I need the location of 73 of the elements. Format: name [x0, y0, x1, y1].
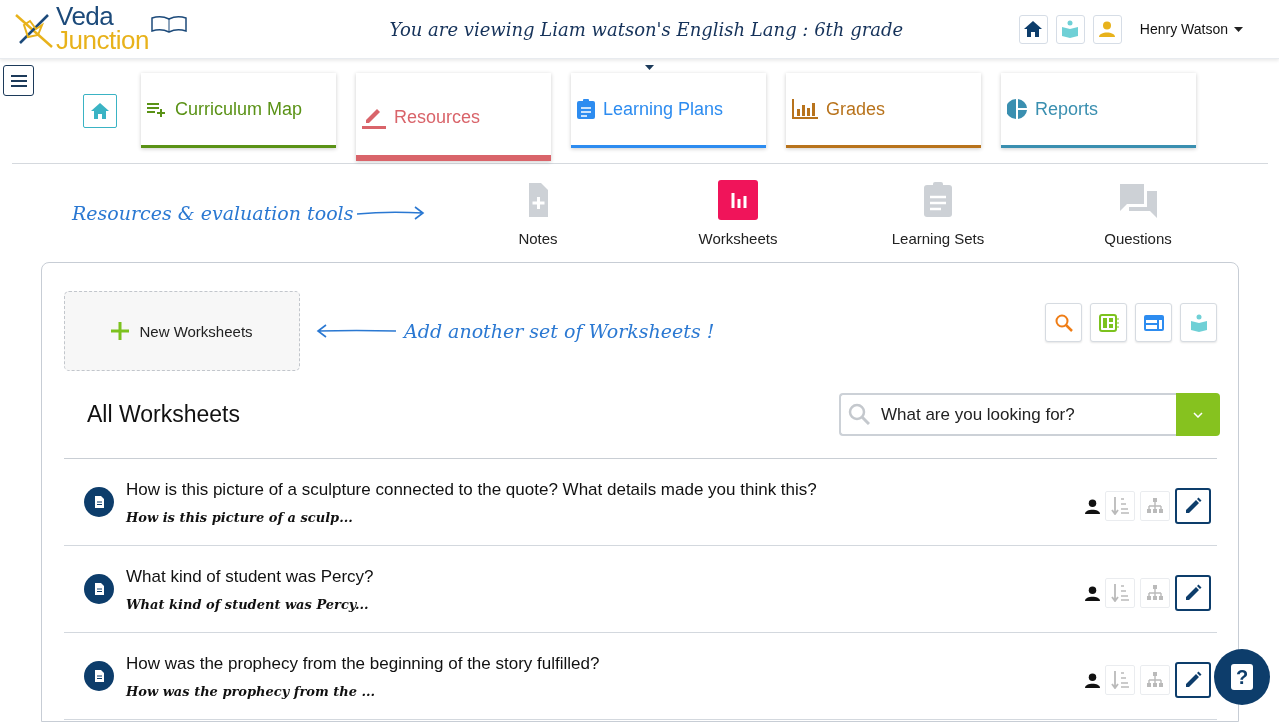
logo-text: Veda	[56, 5, 114, 29]
hierarchy-icon	[1146, 585, 1164, 601]
sort-icon	[1111, 671, 1129, 689]
worksheet-subtitle: How is this picture of a sculp...	[126, 509, 354, 525]
help-button[interactable]: ?	[1214, 649, 1270, 705]
hierarchy-icon	[1146, 672, 1164, 688]
edit-button[interactable]	[1175, 488, 1211, 524]
person-icon	[1085, 498, 1100, 514]
edit-button[interactable]	[1175, 662, 1211, 698]
logo-text: Junction	[56, 29, 149, 53]
reader-button[interactable]	[1180, 303, 1217, 342]
reader-button[interactable]	[1055, 14, 1085, 44]
resource-type-tab[interactable]: Notes	[438, 179, 638, 247]
new-worksheets-button[interactable]: New Worksheets	[64, 291, 300, 371]
pencil-icon	[1184, 584, 1202, 602]
nav-tab[interactable]: Learning Plans	[571, 73, 766, 148]
nav-tab[interactable]: Curriculum Map	[141, 73, 336, 148]
person-icon	[1085, 585, 1100, 601]
nav-tab[interactable]: Reports	[1001, 73, 1196, 148]
resource-type-tab[interactable]: Worksheets	[638, 179, 838, 247]
caret-icon	[1234, 26, 1243, 32]
sort-icon	[1111, 497, 1129, 515]
search-icon	[1054, 313, 1073, 332]
layout-button[interactable]	[1135, 303, 1172, 342]
reader-icon	[1189, 313, 1208, 332]
pencil-icon	[1184, 671, 1202, 689]
worksheet-title[interactable]: How was the prophecy from the beginning of the story fulfilled?	[126, 653, 1085, 674]
list-add-icon	[147, 101, 167, 117]
bar-chart-icon	[792, 99, 818, 119]
reader-icon	[1061, 20, 1080, 38]
worksheet-subtitle: What kind of student was Percy...	[126, 596, 370, 612]
dropdown-button[interactable]	[1176, 393, 1220, 436]
grid-icon	[1098, 313, 1119, 332]
window-icon	[1143, 314, 1164, 331]
bar-chart-icon	[718, 179, 758, 220]
resource-type-tab[interactable]: Questions	[1038, 179, 1238, 247]
search-field[interactable]: What are you looking for?	[839, 393, 1176, 436]
edit-button[interactable]	[1175, 575, 1211, 611]
arrow-icon	[316, 324, 396, 338]
menu-button[interactable]	[3, 65, 34, 96]
resource-type-tab[interactable]: Learning Sets	[838, 179, 1038, 247]
person-icon	[1099, 21, 1116, 37]
home-icon	[1024, 21, 1043, 37]
person-icon	[1085, 672, 1100, 688]
search-icon	[848, 403, 870, 425]
document-icon	[84, 487, 114, 517]
home-icon	[91, 103, 109, 119]
document-icon	[84, 574, 114, 604]
chevron-down-icon	[1193, 411, 1203, 418]
nav-tab[interactable]: Grades	[786, 73, 981, 148]
annotation-text: Add another set of Worksheets !	[404, 320, 716, 342]
worksheet-subtitle: How was the prophecy from the ...	[126, 683, 377, 699]
sort-icon	[1111, 584, 1129, 602]
page-title: You are viewing Liam watson's English Lang : 6th grade	[388, 18, 905, 40]
book-icon	[150, 15, 187, 34]
plus-icon	[111, 322, 130, 340]
caret-icon	[645, 65, 654, 70]
search-button[interactable]	[1045, 303, 1082, 342]
pencil-icon	[1184, 497, 1202, 515]
hierarchy-icon	[1146, 498, 1164, 514]
list-title: All Worksheets	[87, 401, 240, 428]
nav-tab[interactable]: Resources	[356, 73, 551, 161]
profile-button[interactable]	[1092, 14, 1122, 44]
worksheet-title[interactable]: How is this picture of a sculpture connected to the quote? What details made you think this?	[126, 479, 1085, 500]
grid-view-button[interactable]	[1090, 303, 1127, 342]
menu-icon	[10, 74, 27, 87]
arrow-icon	[357, 206, 425, 220]
annotation-text: Resources & evaluation tools	[72, 202, 355, 224]
pie-chart-icon	[1007, 99, 1027, 119]
worksheet-title[interactable]: What kind of student was Percy?	[126, 566, 1085, 587]
clipboard-icon	[577, 99, 595, 119]
document-icon	[84, 661, 114, 691]
user-menu[interactable]: Henry Watson	[1139, 21, 1243, 37]
